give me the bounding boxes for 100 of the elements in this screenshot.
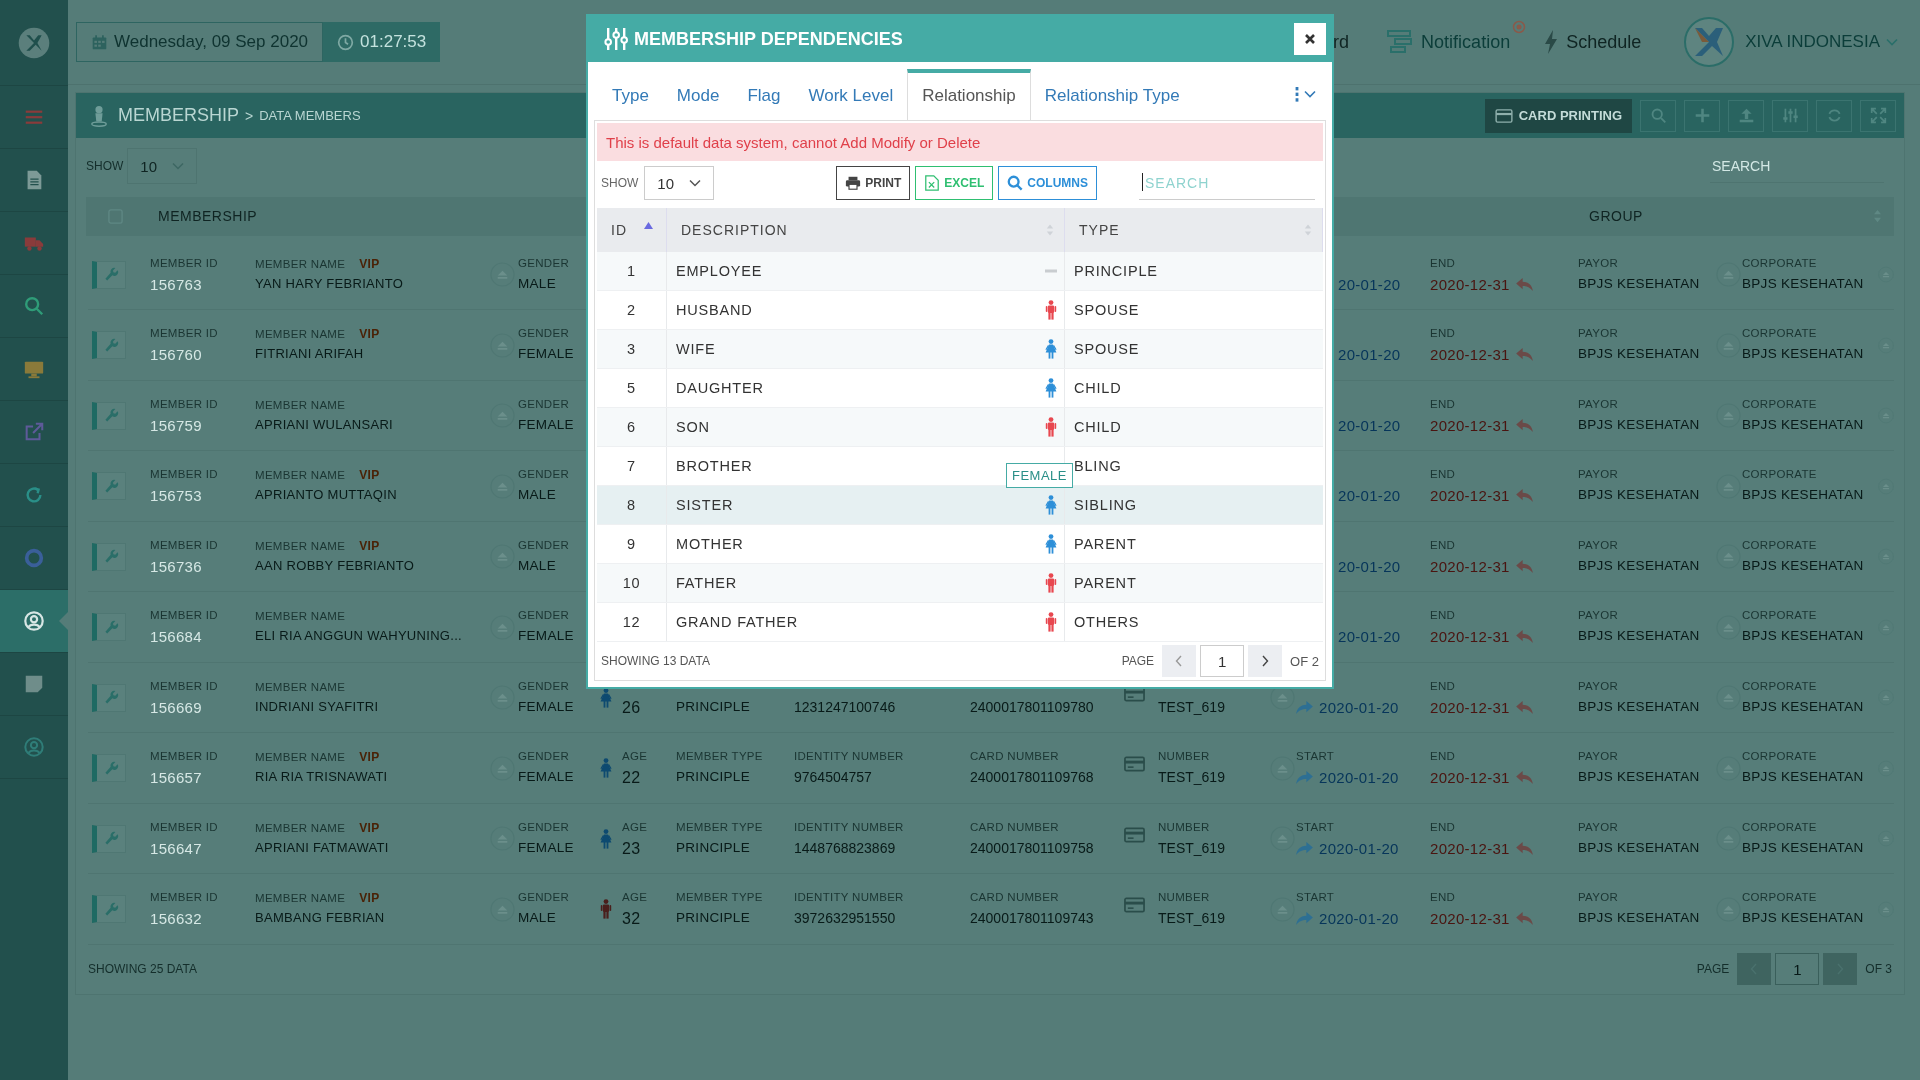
field-label: MEMBER ID [150, 468, 218, 483]
field-value: PRINCIPLE [676, 698, 750, 716]
column-header[interactable]: MEMBERSHIP [158, 208, 258, 225]
field-value: 2400017801109768 [970, 769, 1094, 787]
nav-link[interactable]: rd [1333, 31, 1350, 53]
field-label: MEMBER NAME [255, 398, 346, 411]
show-label: SHOW [601, 176, 639, 190]
end-date: 2020-12-31 [1430, 839, 1510, 857]
field-label: MEMBER ID [150, 327, 218, 342]
table-cell: DAUGHTER [676, 380, 764, 396]
member-name[interactable]: BAMBANG FEBRIAN [255, 910, 385, 928]
field-value: BPJS KESEHATAN [1742, 487, 1864, 505]
tab[interactable]: Mode [662, 69, 734, 121]
field-label: NUMBER [1158, 820, 1211, 835]
field-label: END [1430, 538, 1457, 553]
field-label: END [1430, 609, 1457, 624]
tab[interactable]: Relationship [907, 69, 1031, 121]
page-size-select[interactable]: 10 [644, 166, 715, 200]
tooltip: FEMALE [1006, 463, 1073, 488]
field-label: START [1296, 891, 1336, 906]
start-date: 20-01-20 [1338, 275, 1401, 293]
field-label: MEMBER NAME [255, 469, 346, 482]
member-name[interactable]: AAN ROBBY FEBRIANTO [255, 557, 415, 575]
table-cell: 5 [597, 369, 667, 407]
field-label: MEMBER ID [150, 397, 218, 412]
search-field[interactable]: SEARCH [1710, 149, 1884, 183]
page-field[interactable]: 1 [1775, 953, 1820, 986]
table-cell-text: CHILD [1073, 379, 1123, 398]
nav-link[interactable]: Schedule [1544, 30, 1642, 54]
end-date: 2020-12-31 [1430, 628, 1510, 646]
nav-link[interactable]: Notification [1387, 30, 1511, 54]
end-date: 2020-12-31 [1430, 557, 1510, 575]
excel-button[interactable]: EXCEL [915, 166, 994, 200]
field-value: BPJS KESEHATAN [1578, 628, 1700, 646]
table-cell-text: OTHERS [1073, 613, 1141, 632]
member-name[interactable]: APRIANI FATMAWATI [255, 839, 389, 857]
table-cell: 9 [597, 525, 667, 563]
field-label: PAYOR [1578, 538, 1620, 553]
field-label: GENDER [518, 609, 570, 624]
field-label: PAYOR [1578, 397, 1620, 412]
member-name[interactable]: YAN HARY FEBRIANTO [255, 275, 404, 293]
field-label: MEMBER ID [150, 891, 218, 906]
field-value: 156760 [150, 346, 203, 364]
field-value: FEMALE [518, 769, 574, 787]
member-name[interactable]: INDRIANI SYAFITRI [255, 698, 379, 716]
field-value: 156657 [150, 769, 203, 787]
field-label: MEMBER ID [150, 679, 218, 694]
field-label: CARD NUMBER [970, 820, 1060, 835]
table-cell-text: PARENT [1073, 574, 1138, 593]
field-label: PAYOR [1578, 891, 1620, 906]
tab[interactable]: Flag [733, 69, 795, 121]
field-label: PAYOR [1578, 750, 1620, 765]
table-cell-text: SPOUSE [1073, 301, 1141, 320]
end-date: 2020-12-31 [1430, 769, 1510, 787]
field-value: BPJS KESEHATAN [1742, 910, 1864, 928]
column-header[interactable]: GROUP [1589, 208, 1643, 225]
columns-button[interactable]: COLUMNS [998, 166, 1098, 200]
member-name[interactable]: APRIANI WULANSARI [255, 416, 393, 434]
field-value: BPJS KESEHATAN [1578, 557, 1700, 575]
field-label: END [1430, 468, 1457, 483]
field-label: MEMBER ID [150, 750, 218, 765]
card-printing-button[interactable]: CARD PRINTING [1484, 98, 1632, 133]
page-total: OF 2 [1290, 653, 1319, 669]
field-value: FEMALE [518, 416, 574, 434]
print-button[interactable]: PRINT [836, 166, 911, 200]
field-value: 156647 [150, 839, 203, 857]
field-value: BPJS KESEHATAN [1742, 346, 1864, 364]
vip-tag: VIP [359, 750, 380, 765]
tab[interactable]: Type [598, 69, 663, 121]
field-label: CORPORATE [1742, 820, 1818, 835]
breadcrumb-link[interactable]: DATA MEMBERS [259, 108, 361, 123]
tab[interactable]: Work Level [794, 69, 908, 121]
member-name[interactable]: ELI RIA ANGGUN WAHYUNING... [255, 628, 462, 646]
field-label: IDENTITY NUMBER [794, 891, 904, 906]
field-label: START [1296, 750, 1336, 765]
table-cell: BROTHER [676, 458, 753, 474]
field-label: MEMBER NAME [255, 751, 346, 764]
member-name[interactable]: RIA RIA TRISNAWATI [255, 769, 388, 787]
field-value: 2400017801109743 [970, 910, 1094, 928]
table-cell: 2 [597, 291, 667, 329]
end-date: 2020-12-31 [1430, 275, 1510, 293]
field-value: 156736 [150, 557, 203, 575]
field-label: END [1430, 820, 1457, 835]
vip-tag: VIP [359, 256, 380, 271]
field-value: 23 [622, 839, 642, 857]
field-value: 2400017801109780 [970, 698, 1094, 716]
page-field[interactable]: 1 [1200, 645, 1245, 677]
field-value: BPJS KESEHATAN [1578, 275, 1700, 293]
member-name[interactable]: FITRIANI ARIFAH [255, 346, 380, 364]
field-label: NUMBER [1158, 891, 1211, 906]
field-value: MALE [518, 275, 557, 293]
tab[interactable]: Relationship Type [1030, 69, 1194, 121]
page-size-select[interactable]: 10 [127, 148, 198, 185]
field-value: BPJS KESEHATAN [1578, 839, 1700, 857]
field-label: MEMBER TYPE [676, 891, 763, 906]
field-label: PAYOR [1578, 327, 1620, 342]
field-label: MEMBER NAME [255, 892, 346, 905]
end-date: 2020-12-31 [1430, 416, 1510, 434]
member-name[interactable]: APRIANTO MUTTAQIN [255, 487, 397, 505]
company-menu[interactable]: XIVA INDONESIA [1745, 32, 1898, 52]
